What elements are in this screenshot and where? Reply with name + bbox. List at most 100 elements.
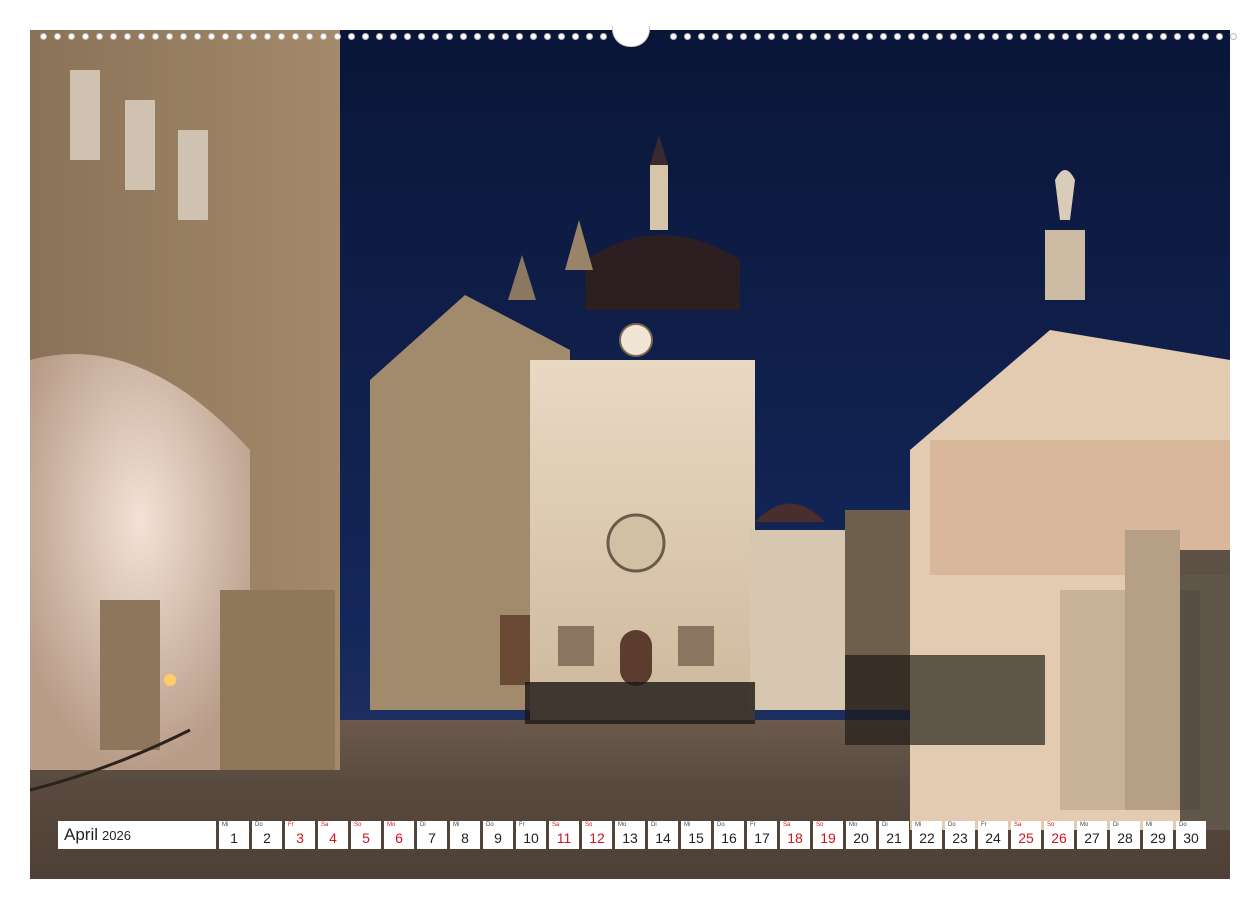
binding-hole	[1118, 33, 1125, 40]
day-cell: Di 14	[648, 821, 678, 849]
binding-hole	[866, 33, 873, 40]
hanger-notch	[612, 26, 650, 47]
binding-hole	[152, 33, 159, 40]
day-number: 20	[853, 830, 869, 846]
month-year: 2026	[102, 827, 131, 843]
day-cell: Mi 22	[912, 821, 942, 849]
day-cell: Mi 15	[681, 821, 711, 849]
calendar-strip: April 2026 Mi 1 Do 2 Fr 3 Sa 4 So 5 Mo 6 Di 7 Mi 8 Do 9 Fr…	[58, 821, 1206, 849]
binding-hole	[684, 33, 691, 40]
binding-hole	[936, 33, 943, 40]
day-cell: Mo 6	[384, 821, 414, 849]
day-cell: Fr 17	[747, 821, 777, 849]
binding-hole	[110, 33, 117, 40]
day-cell: Sa 25	[1011, 821, 1041, 849]
weekday-label: Mo	[387, 822, 396, 828]
day-cell: Sa 11	[549, 821, 579, 849]
binding-hole	[320, 33, 327, 40]
month-name: April	[64, 825, 99, 844]
binding-hole	[1188, 33, 1195, 40]
day-number: 8	[461, 830, 469, 846]
weekday-label: Fr	[519, 822, 525, 828]
binding-hole	[1020, 33, 1027, 40]
binding-hole	[376, 33, 383, 40]
day-cell: So 19	[813, 821, 843, 849]
weekday-label: Mi	[1146, 822, 1153, 828]
day-number: 9	[494, 830, 502, 846]
spiral-binding	[40, 26, 1237, 47]
weekday-label: So	[585, 822, 593, 828]
binding-hole	[124, 33, 131, 40]
day-number: 26	[1051, 830, 1067, 846]
day-cell: Fr 3	[285, 821, 315, 849]
binding-hole	[1230, 33, 1237, 40]
binding-hole	[852, 33, 859, 40]
binding-hole	[208, 33, 215, 40]
binding-hole	[908, 33, 915, 40]
day-number: 23	[952, 830, 968, 846]
binding-hole	[950, 33, 957, 40]
binding-hole	[810, 33, 817, 40]
weekday-label: Mi	[222, 822, 229, 828]
weekday-label: So	[354, 822, 362, 828]
binding-hole	[138, 33, 145, 40]
binding-hole	[516, 33, 523, 40]
weekday-label: Do	[255, 822, 263, 828]
day-cell: Di 7	[417, 821, 447, 849]
day-cell: Do 30	[1176, 821, 1206, 849]
weekday-label: Mi	[684, 822, 691, 828]
binding-hole	[1006, 33, 1013, 40]
weekday-label: Mi	[915, 822, 922, 828]
weekday-label: Do	[1179, 822, 1187, 828]
binding-hole	[1104, 33, 1111, 40]
binding-hole	[1062, 33, 1069, 40]
binding-hole	[82, 33, 89, 40]
binding-hole	[572, 33, 579, 40]
day-number: 19	[820, 830, 836, 846]
binding-hole	[1160, 33, 1167, 40]
day-cell: Mo 27	[1077, 821, 1107, 849]
day-number: 15	[688, 830, 704, 846]
binding-hole	[180, 33, 187, 40]
weekday-label: Di	[420, 822, 426, 828]
binding-hole	[250, 33, 257, 40]
binding-hole	[488, 33, 495, 40]
cover-photo	[30, 30, 1230, 879]
binding-hole	[768, 33, 775, 40]
binding-hole	[1132, 33, 1139, 40]
weekday-label: Fr	[750, 822, 756, 828]
day-cell: Sa 18	[780, 821, 810, 849]
day-number: 18	[787, 830, 803, 846]
binding-hole	[978, 33, 985, 40]
day-number: 27	[1084, 830, 1100, 846]
binding-hole	[726, 33, 733, 40]
binding-hole	[264, 33, 271, 40]
binding-hole	[194, 33, 201, 40]
day-cell: So 26	[1044, 821, 1074, 849]
day-number: 22	[919, 830, 935, 846]
binding-hole	[348, 33, 355, 40]
binding-hole	[670, 33, 677, 40]
binding-hole	[1034, 33, 1041, 40]
binding-hole	[236, 33, 243, 40]
weekday-label: Di	[1113, 822, 1119, 828]
day-cell: Mi 1	[219, 821, 249, 849]
binding-hole	[166, 33, 173, 40]
weekday-label: Di	[882, 822, 888, 828]
day-number: 21	[886, 830, 902, 846]
day-number: 11	[556, 830, 572, 846]
day-number: 14	[655, 830, 671, 846]
binding-hole	[1146, 33, 1153, 40]
binding-hole	[754, 33, 761, 40]
day-number: 25	[1018, 830, 1034, 846]
day-number: 2	[263, 830, 271, 846]
day-number: 3	[296, 830, 304, 846]
binding-hole	[992, 33, 999, 40]
day-number: 13	[622, 830, 638, 846]
binding-hole	[1090, 33, 1097, 40]
day-cell: So 12	[582, 821, 612, 849]
day-cell: Do 16	[714, 821, 744, 849]
weekday-label: Do	[717, 822, 725, 828]
day-cell: Fr 10	[516, 821, 546, 849]
day-number: 24	[985, 830, 1001, 846]
